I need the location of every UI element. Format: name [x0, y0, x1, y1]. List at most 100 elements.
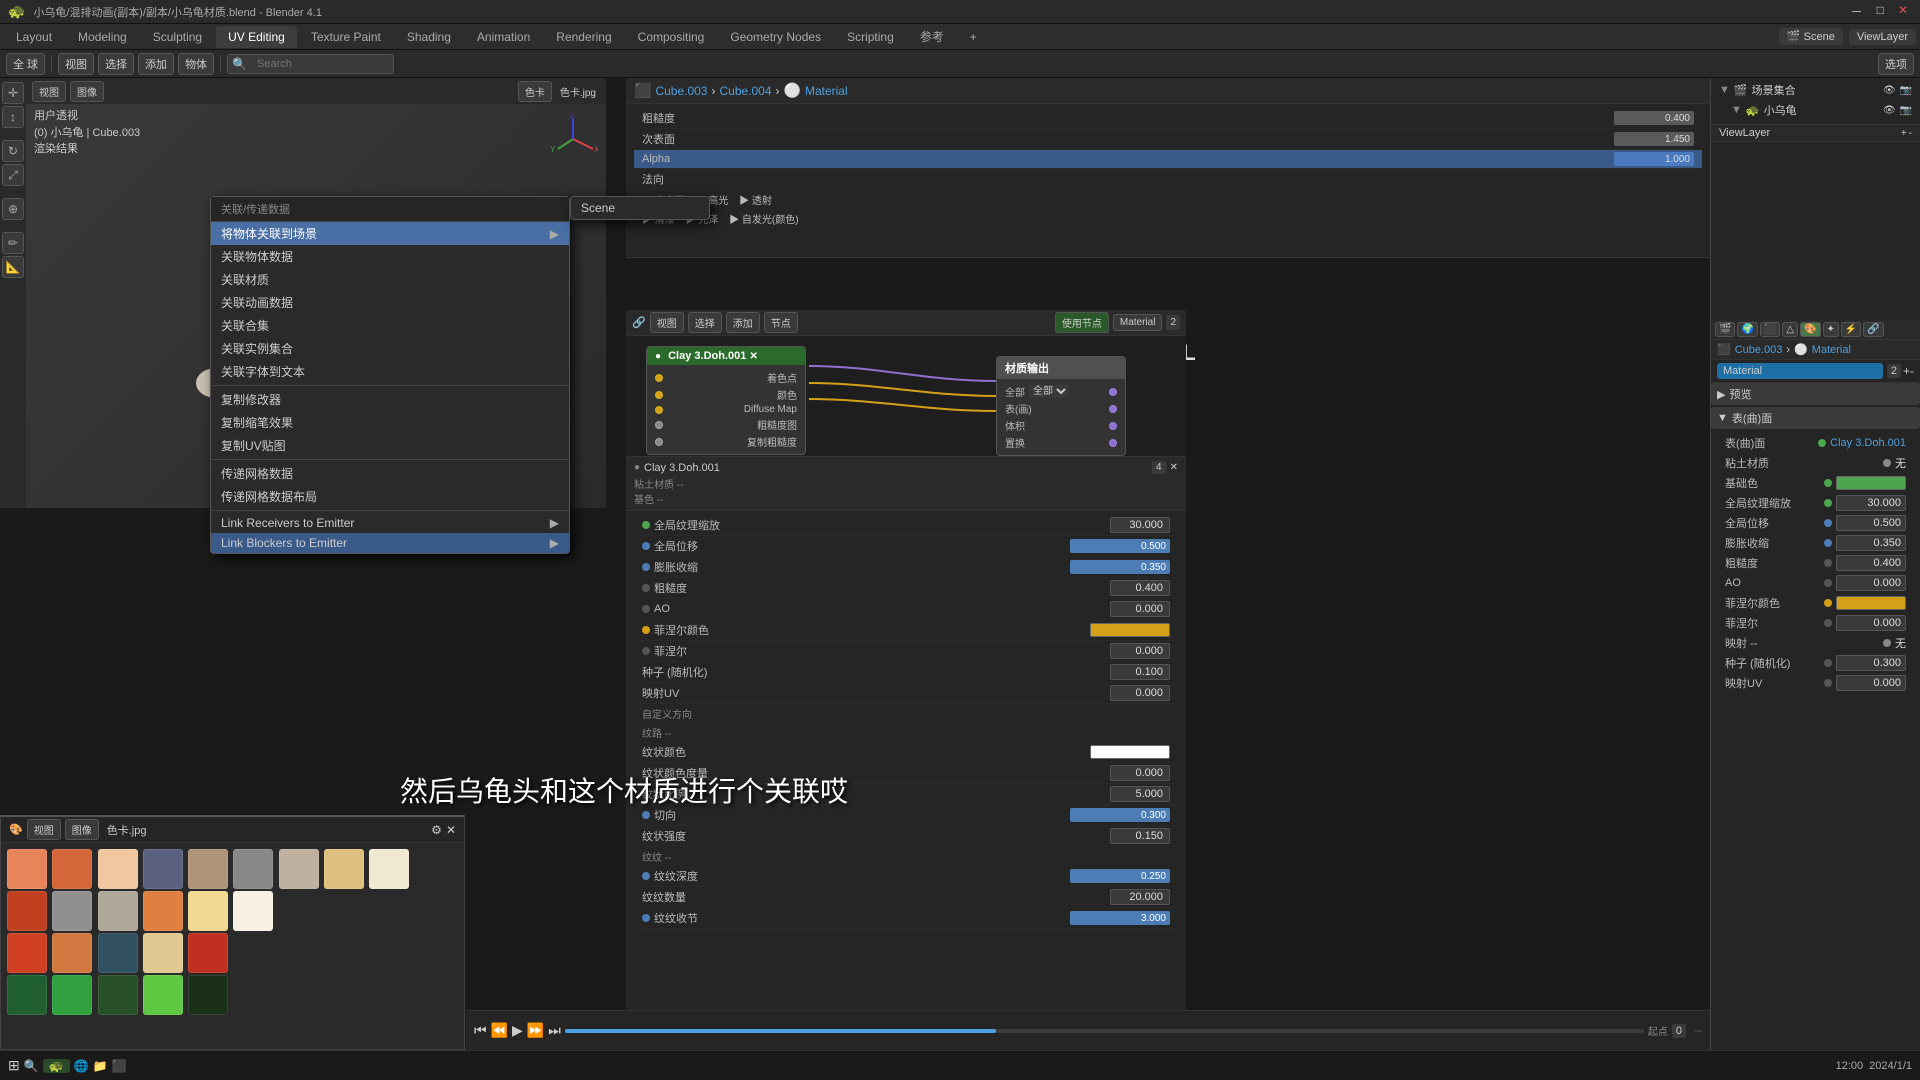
global-scale-value[interactable]: 30.000 — [1110, 517, 1170, 533]
tab-ref[interactable]: 参考 — [908, 24, 956, 49]
menu-item-link-material[interactable]: 关联材质 — [211, 268, 569, 291]
view-layer-icon[interactable]: + — [1901, 128, 1907, 139]
rotate-tool[interactable]: ↻ — [2, 140, 24, 162]
mat-tab-particle[interactable]: ✦ — [1823, 322, 1839, 337]
right-seed-value[interactable]: 0.300 — [1836, 655, 1906, 671]
color-20[interactable] — [7, 933, 47, 973]
taskbar-terminal[interactable]: ⬛ — [112, 1059, 127, 1073]
right-fresnel-color-swatch[interactable] — [1836, 596, 1906, 610]
view-layer-remove[interactable]: - — [1909, 128, 1912, 139]
roughness-bar[interactable]: 0.400 — [1614, 111, 1694, 125]
node-node-btn[interactable]: 节点 — [764, 312, 798, 333]
turtle-render-icon[interactable]: 📷 — [1900, 105, 1912, 116]
view-layer-selector[interactable]: ViewLayer — [1849, 29, 1916, 45]
turtle-vis-icon[interactable]: 👁 — [1883, 105, 1896, 116]
color-1[interactable] — [52, 849, 92, 889]
copy-socket-out[interactable] — [655, 438, 663, 446]
global-mode-btn[interactable]: 全 球 — [6, 53, 45, 75]
color2-socket-out[interactable] — [655, 391, 663, 399]
measure-tool[interactable]: 📐 — [2, 256, 24, 278]
color-34[interactable] — [188, 975, 228, 1015]
texture-strength-value[interactable]: 0.150 — [1110, 828, 1170, 844]
mat-tab-object[interactable]: ⬛ — [1760, 322, 1780, 337]
taskbar-explorer[interactable]: 📁 — [93, 1059, 108, 1073]
tab-animation[interactable]: Animation — [465, 26, 542, 48]
scene-selector[interactable]: 🎬 Scene — [1779, 28, 1843, 45]
tab-add[interactable]: + — [958, 26, 989, 48]
right-uv-value[interactable]: 0.000 — [1836, 675, 1906, 691]
right-swell-value[interactable]: 0.350 — [1836, 535, 1906, 551]
out-socket-displace[interactable] — [1109, 439, 1117, 447]
right-ao-value[interactable]: 0.000 — [1836, 575, 1906, 591]
color-2[interactable] — [98, 849, 138, 889]
mat-tab-physics[interactable]: ⚡ — [1841, 322, 1861, 337]
vp-view-btn[interactable]: 视图 — [32, 81, 66, 102]
palette-close-icon[interactable]: ✕ — [446, 823, 456, 837]
tab-geometry-nodes[interactable]: Geometry Nodes — [718, 26, 833, 48]
color-5[interactable] — [233, 849, 273, 889]
node-select-btn[interactable]: 选择 — [688, 312, 722, 333]
node-material-btn[interactable]: Material — [1113, 314, 1163, 331]
color-15[interactable] — [233, 891, 273, 931]
menu-item-copy-grease[interactable]: 复制缩笔效果 — [211, 411, 569, 434]
mat-material-label[interactable]: Material — [1812, 344, 1851, 356]
timeline-end-icon[interactable]: ⏭ — [548, 1022, 561, 1039]
option-transmission[interactable]: ▶ 透射 — [739, 196, 772, 207]
view-mode-btn[interactable]: 视图 — [58, 53, 94, 75]
node-add-btn[interactable]: 添加 — [726, 312, 760, 333]
use-nodes-btn[interactable]: 使用节点 — [1055, 312, 1109, 333]
texture-scale-value[interactable]: 5.000 — [1110, 786, 1170, 802]
menu-item-link-to-scene[interactable]: 将物体关联到场景 ▶ — [211, 222, 569, 245]
material-name-field[interactable]: Material — [1717, 363, 1883, 379]
color-22[interactable] — [98, 933, 138, 973]
color-13[interactable] — [143, 891, 183, 931]
color-0[interactable] — [7, 849, 47, 889]
color-8[interactable] — [369, 849, 409, 889]
timeline-next-icon[interactable]: ⏩ — [527, 1022, 544, 1039]
global-offset-bar[interactable]: 0.500 — [1070, 539, 1170, 553]
mat-tab-constraint[interactable]: 🔗 — [1863, 322, 1883, 337]
clay-node-close[interactable]: ✕ — [749, 351, 757, 362]
clay-mat-value[interactable]: 无 — [1895, 455, 1906, 471]
right-roughness-value[interactable]: 0.400 — [1836, 555, 1906, 571]
maximize-btn[interactable]: □ — [1873, 3, 1888, 20]
ao-value[interactable]: 0.000 — [1110, 601, 1170, 617]
tab-compositing[interactable]: Compositing — [626, 26, 717, 48]
timeline-bar[interactable] — [565, 1029, 1644, 1033]
timeline-start-icon[interactable]: ⏮ — [474, 1022, 487, 1039]
color-12[interactable] — [98, 891, 138, 931]
taskbar-search-icon[interactable]: 🔍 — [24, 1059, 39, 1073]
uv-value[interactable]: 0.000 — [1110, 685, 1170, 701]
wrinkle-amount-value[interactable]: 20.000 — [1110, 889, 1170, 905]
color-6[interactable] — [279, 849, 319, 889]
breadcrumb-cube003[interactable]: Cube.003 — [655, 84, 707, 98]
tangent-bar[interactable]: 0.300 — [1070, 808, 1170, 822]
menu-item-link-receivers[interactable]: Link Receivers to Emitter ▶ — [211, 513, 569, 533]
option-emission[interactable]: ▶ 自发光(颜色) — [729, 215, 798, 226]
rough-socket-out[interactable] — [655, 421, 663, 429]
color-4[interactable] — [188, 849, 228, 889]
menu-item-link-collection[interactable]: 关联合集 — [211, 314, 569, 337]
tab-rendering[interactable]: Rendering — [544, 26, 623, 48]
color-14[interactable] — [188, 891, 228, 931]
color-3[interactable] — [143, 849, 183, 889]
wrinkle-depth-bar[interactable]: 0.250 — [1070, 869, 1170, 883]
node-view-btn[interactable]: 视图 — [650, 312, 684, 333]
swell-bar[interactable]: 0.350 — [1070, 560, 1170, 574]
texture-color-swatch[interactable] — [1090, 745, 1170, 759]
move-tool[interactable]: ↕ — [2, 106, 24, 128]
timeline-start-val[interactable]: 0 — [1672, 1024, 1686, 1038]
tab-texture-paint[interactable]: Texture Paint — [299, 26, 393, 48]
submenu-item-scene[interactable]: Scene — [571, 197, 709, 219]
surface-shader-value[interactable]: Clay 3.Doh.001 — [1830, 437, 1906, 449]
tab-layout[interactable]: Layout — [4, 26, 64, 48]
output-node[interactable]: 材质输出 全部 全部 表(画) 体积 置换 — [996, 356, 1126, 456]
out-socket-surface[interactable] — [1109, 405, 1117, 413]
transform-tool[interactable]: ⊕ — [2, 198, 24, 220]
right-global-scale-value[interactable]: 30.000 — [1836, 495, 1906, 511]
menu-item-copy-uv[interactable]: 复制UV贴图 — [211, 434, 569, 457]
color-21[interactable] — [52, 933, 92, 973]
taskbar-chrome[interactable]: 🌐 — [74, 1059, 89, 1073]
palette-image-btn[interactable]: 图像 — [65, 819, 99, 840]
breadcrumb-material[interactable]: Material — [805, 84, 848, 98]
